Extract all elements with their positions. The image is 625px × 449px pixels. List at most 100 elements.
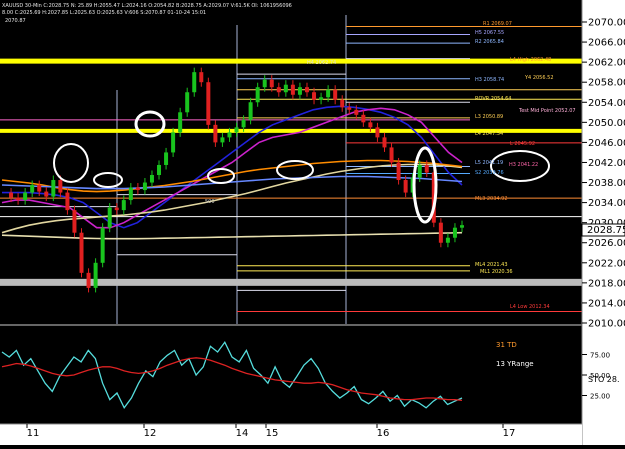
candle-body <box>438 222 443 243</box>
candle-body <box>297 87 302 95</box>
candle-body <box>276 87 281 93</box>
price-tick-label: 2018.00 <box>588 278 625 289</box>
candle-body <box>234 127 239 133</box>
osc-label-yrange: 13 YRange <box>496 360 534 368</box>
candle-body <box>396 162 401 181</box>
candle-body <box>248 102 253 120</box>
candle-body <box>44 191 49 197</box>
candle-body <box>107 207 112 228</box>
label-ml3: ML3 2034.92 <box>475 196 508 202</box>
last-price-label: 2028.75 <box>587 225 625 236</box>
candle-body <box>319 97 324 100</box>
candle-body <box>51 180 56 197</box>
candle-body <box>255 87 260 103</box>
candle-body <box>460 225 464 228</box>
label-y4: Y4 2056.52 <box>524 75 554 81</box>
candle-body <box>375 127 380 138</box>
label-s2: S2 2039.76 <box>475 170 504 176</box>
price-tick-label: 2066.00 <box>588 38 625 49</box>
label-r2: R2 2065.84 <box>475 39 504 45</box>
candle-body <box>326 89 331 98</box>
price-tick-label: 2014.00 <box>588 298 625 309</box>
candle-body <box>283 84 288 93</box>
candle-body <box>72 210 77 233</box>
price-tick-label: 2038.00 <box>588 178 625 189</box>
candle-body <box>65 192 70 211</box>
chart-canvas: R1 2069.07 H5 2067.55 R2 2065.84 H4 2062… <box>0 0 625 445</box>
label-h4-high: H4 2062.74 <box>307 60 336 66</box>
price-tick-label: 2054.00 <box>588 98 625 109</box>
candle-body <box>262 79 267 88</box>
candle-body <box>37 185 42 192</box>
time-axis[interactable] <box>0 424 582 445</box>
candle-body <box>290 84 295 95</box>
price-tick-label: 2058.00 <box>588 78 625 89</box>
candle-body <box>135 187 140 191</box>
candle-body <box>424 164 429 173</box>
price-tick-label: 2022.00 <box>588 258 625 269</box>
price-tick-label: 2026.00 <box>588 238 625 249</box>
candle-body <box>114 207 119 211</box>
chart-window: R1 2069.07 H5 2067.55 R2 2065.84 H4 2062… <box>0 0 625 445</box>
candle-body <box>347 107 352 110</box>
candle-body <box>340 99 345 108</box>
candle-body <box>9 192 14 198</box>
label-l4-low: L4 Low 2012.34 <box>510 304 550 310</box>
time-tick-label: 14 <box>236 428 249 439</box>
candle-body <box>241 119 246 128</box>
candle-body <box>149 175 154 183</box>
price-tick-label: 2050.00 <box>588 118 625 129</box>
price-tick-label: 2010.00 <box>588 319 625 330</box>
candle-body <box>220 137 225 143</box>
time-tick-label: 16 <box>377 428 390 439</box>
time-tick-label: 15 <box>266 428 279 439</box>
candle-body <box>121 200 126 211</box>
candle-body <box>86 272 91 288</box>
candle-body <box>389 147 394 163</box>
header-sub-line: 8.00 C:2025.69 H:2027.85 L:2025.63 O:202… <box>2 10 206 16</box>
candle-body <box>178 112 183 133</box>
candle-body <box>79 232 84 273</box>
label-h3: H3 2058.74 <box>475 77 504 83</box>
candle-body <box>171 132 176 153</box>
candle-body <box>333 89 338 100</box>
header-topleft-value: 2070.87 <box>5 18 26 24</box>
candle-body <box>157 164 162 176</box>
candle-body <box>312 92 317 100</box>
candle-body <box>417 164 422 178</box>
label-l4: L4 2047.54 <box>475 131 503 137</box>
label-l5: L5 2041.19 <box>475 160 503 166</box>
header-title-line: XAUUSD 30-Min C:2028.75 N: 25.89 H:2055.… <box>2 3 292 9</box>
candle-body <box>269 79 274 88</box>
candle-body <box>382 137 387 148</box>
candle-body <box>164 152 169 165</box>
price-tick-label: 2046.00 <box>588 138 625 149</box>
candle-body <box>192 72 197 93</box>
label-ml4: ML4 2021.43 <box>475 262 508 268</box>
price-tick-label: 2070.00 <box>588 18 625 29</box>
candle-body <box>58 180 63 193</box>
label-r1: R1 2069.07 <box>483 21 512 27</box>
osc-tick-label: 25.00 <box>590 393 610 401</box>
candle-body <box>452 227 457 238</box>
candle-body <box>93 262 98 288</box>
candle-body <box>213 124 218 143</box>
candle-body <box>142 182 147 191</box>
time-tick-label: 11 <box>27 428 40 439</box>
time-tick-label: 17 <box>503 428 516 439</box>
panel-divider <box>0 324 582 326</box>
label-test-mid: Test Mid Point 2052.07 <box>518 108 576 114</box>
candle-body <box>368 122 373 128</box>
price-tick-label: 2042.00 <box>588 158 625 169</box>
osc-tick-label: 75.00 <box>590 352 610 360</box>
price-tick-label: 2034.00 <box>588 198 625 209</box>
osc-label-td: 31 TD <box>496 341 517 349</box>
label-500: 500 <box>205 199 215 205</box>
candle-body <box>361 114 366 123</box>
candle-body <box>403 180 408 193</box>
candle-body <box>206 82 211 125</box>
candle-body <box>227 132 232 138</box>
candle-body <box>16 197 21 201</box>
candle-body <box>445 237 450 243</box>
label-h3-low: H3 2041.22 <box>509 162 538 168</box>
